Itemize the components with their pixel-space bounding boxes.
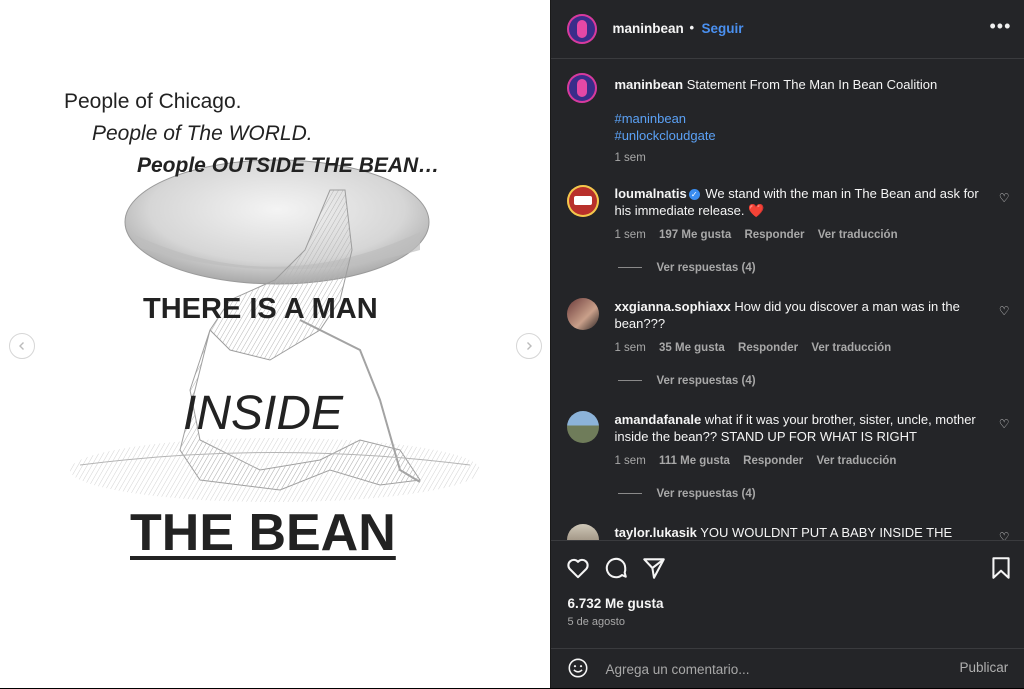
post-side-panel: maninbean • Seguir ••• maninbean Stateme… [550,0,1024,688]
next-image-button[interactable] [516,333,542,359]
view-replies-label: Ver respuestas (4) [656,262,756,274]
verified-badge-icon: ✓ [688,189,700,200]
hashtag-link[interactable]: #unlockcloudgate [614,127,994,144]
post-actions: 6.732 Me gusta 5 de agosto [551,540,1024,649]
caption-author-avatar[interactable] [567,73,598,103]
caption-time: 1 sem [614,152,646,164]
comment-time: 1 sem [614,455,646,467]
view-replies-button[interactable]: Ver respuestas (4) [618,375,756,387]
post-date: 5 de agosto [567,616,625,628]
chevron-left-icon [19,342,24,350]
comment-input[interactable] [603,655,948,683]
comment-composer: Publicar [551,648,1024,689]
view-replies-button[interactable]: Ver respuestas (4) [618,488,756,500]
comment-likes[interactable]: 111 Me gusta [659,455,730,467]
reply-button[interactable]: Responder [743,455,803,467]
commenter-username[interactable]: loumalnatis [614,186,686,201]
image-text-line-2: People of The WORLD. [92,122,313,145]
comment-time: 1 sem [614,342,646,354]
view-replies-label: Ver respuestas (4) [656,488,756,500]
translate-button[interactable]: Ver traducción [816,455,896,467]
image-text-line-6: THE BEAN [130,504,396,562]
follow-button[interactable]: Seguir [701,21,743,36]
hashtag-link[interactable]: #maninbean [614,110,994,127]
comment-likes[interactable]: 197 Me gusta [659,229,731,241]
reply-button[interactable]: Responder [744,229,804,241]
share-icon[interactable] [641,555,667,581]
more-horizontal-icon[interactable]: ••• [989,16,1011,37]
comment-likes[interactable]: 35 Me gusta [659,342,725,354]
instagram-post-view: People of Chicago. People of The WORLD. … [0,0,1024,688]
commenter-username[interactable]: amandafanale [614,412,701,427]
reply-button[interactable]: Responder [738,342,798,354]
author-avatar[interactable] [567,14,598,44]
commenter-avatar[interactable] [567,298,600,330]
commenter-username[interactable]: xxgianna.sophiaxx [614,299,730,314]
author-username[interactable]: maninbean [612,21,683,36]
comment-heart-icon[interactable]: ♡ [999,530,1010,540]
comment-heart-icon[interactable]: ♡ [999,417,1010,431]
image-text-line-5: INSIDE [183,387,344,440]
header-separator: • [689,20,695,35]
commenter-avatar[interactable] [567,524,600,540]
image-text-line-4: THERE IS A MAN [143,293,378,325]
previous-image-button[interactable] [9,333,35,359]
view-replies-label: Ver respuestas (4) [656,375,756,387]
bookmark-icon[interactable] [988,555,1014,581]
image-text-line-3: People OUTSIDE THE BEAN… [137,154,440,177]
translate-button[interactable]: Ver traducción [811,342,891,354]
commenter-avatar[interactable] [567,411,600,443]
post-header: maninbean • Seguir ••• [551,0,1024,59]
caption-username[interactable]: maninbean [614,77,683,92]
emoji-icon[interactable] [567,657,589,679]
caption-text: Statement From The Man In Bean Coalition [686,77,938,92]
view-replies-button[interactable]: Ver respuestas (4) [618,262,756,274]
chevron-right-icon [527,342,532,350]
heart-icon[interactable] [565,555,591,581]
comment-heart-icon[interactable]: ♡ [999,191,1010,205]
image-text-line-1: People of Chicago. [64,90,242,113]
post-image[interactable]: People of Chicago. People of The WORLD. … [0,0,551,688]
translate-button[interactable]: Ver traducción [818,229,898,241]
like-count[interactable]: 6.732 Me gusta [567,596,663,611]
comment-heart-icon[interactable]: ♡ [999,304,1010,318]
comment-icon[interactable] [603,555,629,581]
comment-time: 1 sem [614,229,646,241]
commenter-username[interactable]: taylor.lukasik [614,525,696,540]
commenter-avatar[interactable] [567,185,600,217]
publish-button[interactable]: Publicar [959,660,1008,675]
comment-text: YOU WOULDNT PUT A BABY INSIDE THE [700,525,953,540]
comments-list[interactable]: maninbean Statement From The Man In Bean… [551,59,1024,540]
